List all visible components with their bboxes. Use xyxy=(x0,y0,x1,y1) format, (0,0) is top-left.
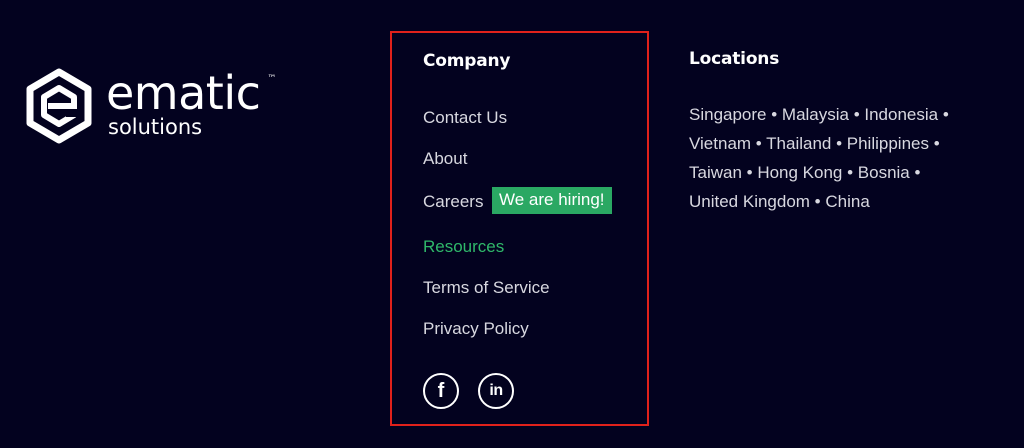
company-column: Company Contact Us About Careers We are … xyxy=(390,31,649,426)
about-link[interactable]: About xyxy=(423,149,467,169)
facebook-glyph: f xyxy=(437,380,445,402)
careers-link[interactable]: Careers xyxy=(423,192,483,212)
logo-wordmark: ematic solutions ™ xyxy=(106,66,276,138)
brand-logo[interactable]: ematic solutions ™ xyxy=(26,66,276,144)
linkedin-icon[interactable]: in xyxy=(478,373,514,409)
privacy-policy-link[interactable]: Privacy Policy xyxy=(423,319,529,339)
terms-of-service-link[interactable]: Terms of Service xyxy=(423,278,550,298)
hiring-badge[interactable]: We are hiring! xyxy=(492,187,612,214)
linkedin-glyph: in xyxy=(489,382,503,399)
ematic-hexagon-logo-icon xyxy=(26,68,92,144)
company-heading: Company xyxy=(423,51,511,71)
locations-list: Singapore • Malaysia • Indonesia • Vietn… xyxy=(689,105,949,211)
locations-heading: Locations xyxy=(689,49,780,69)
brand-name: ematic xyxy=(106,66,261,120)
trademark-symbol: ™ xyxy=(267,74,277,84)
facebook-icon[interactable]: f xyxy=(423,373,459,409)
contact-us-link[interactable]: Contact Us xyxy=(423,108,507,128)
resources-link[interactable]: Resources xyxy=(423,237,504,257)
